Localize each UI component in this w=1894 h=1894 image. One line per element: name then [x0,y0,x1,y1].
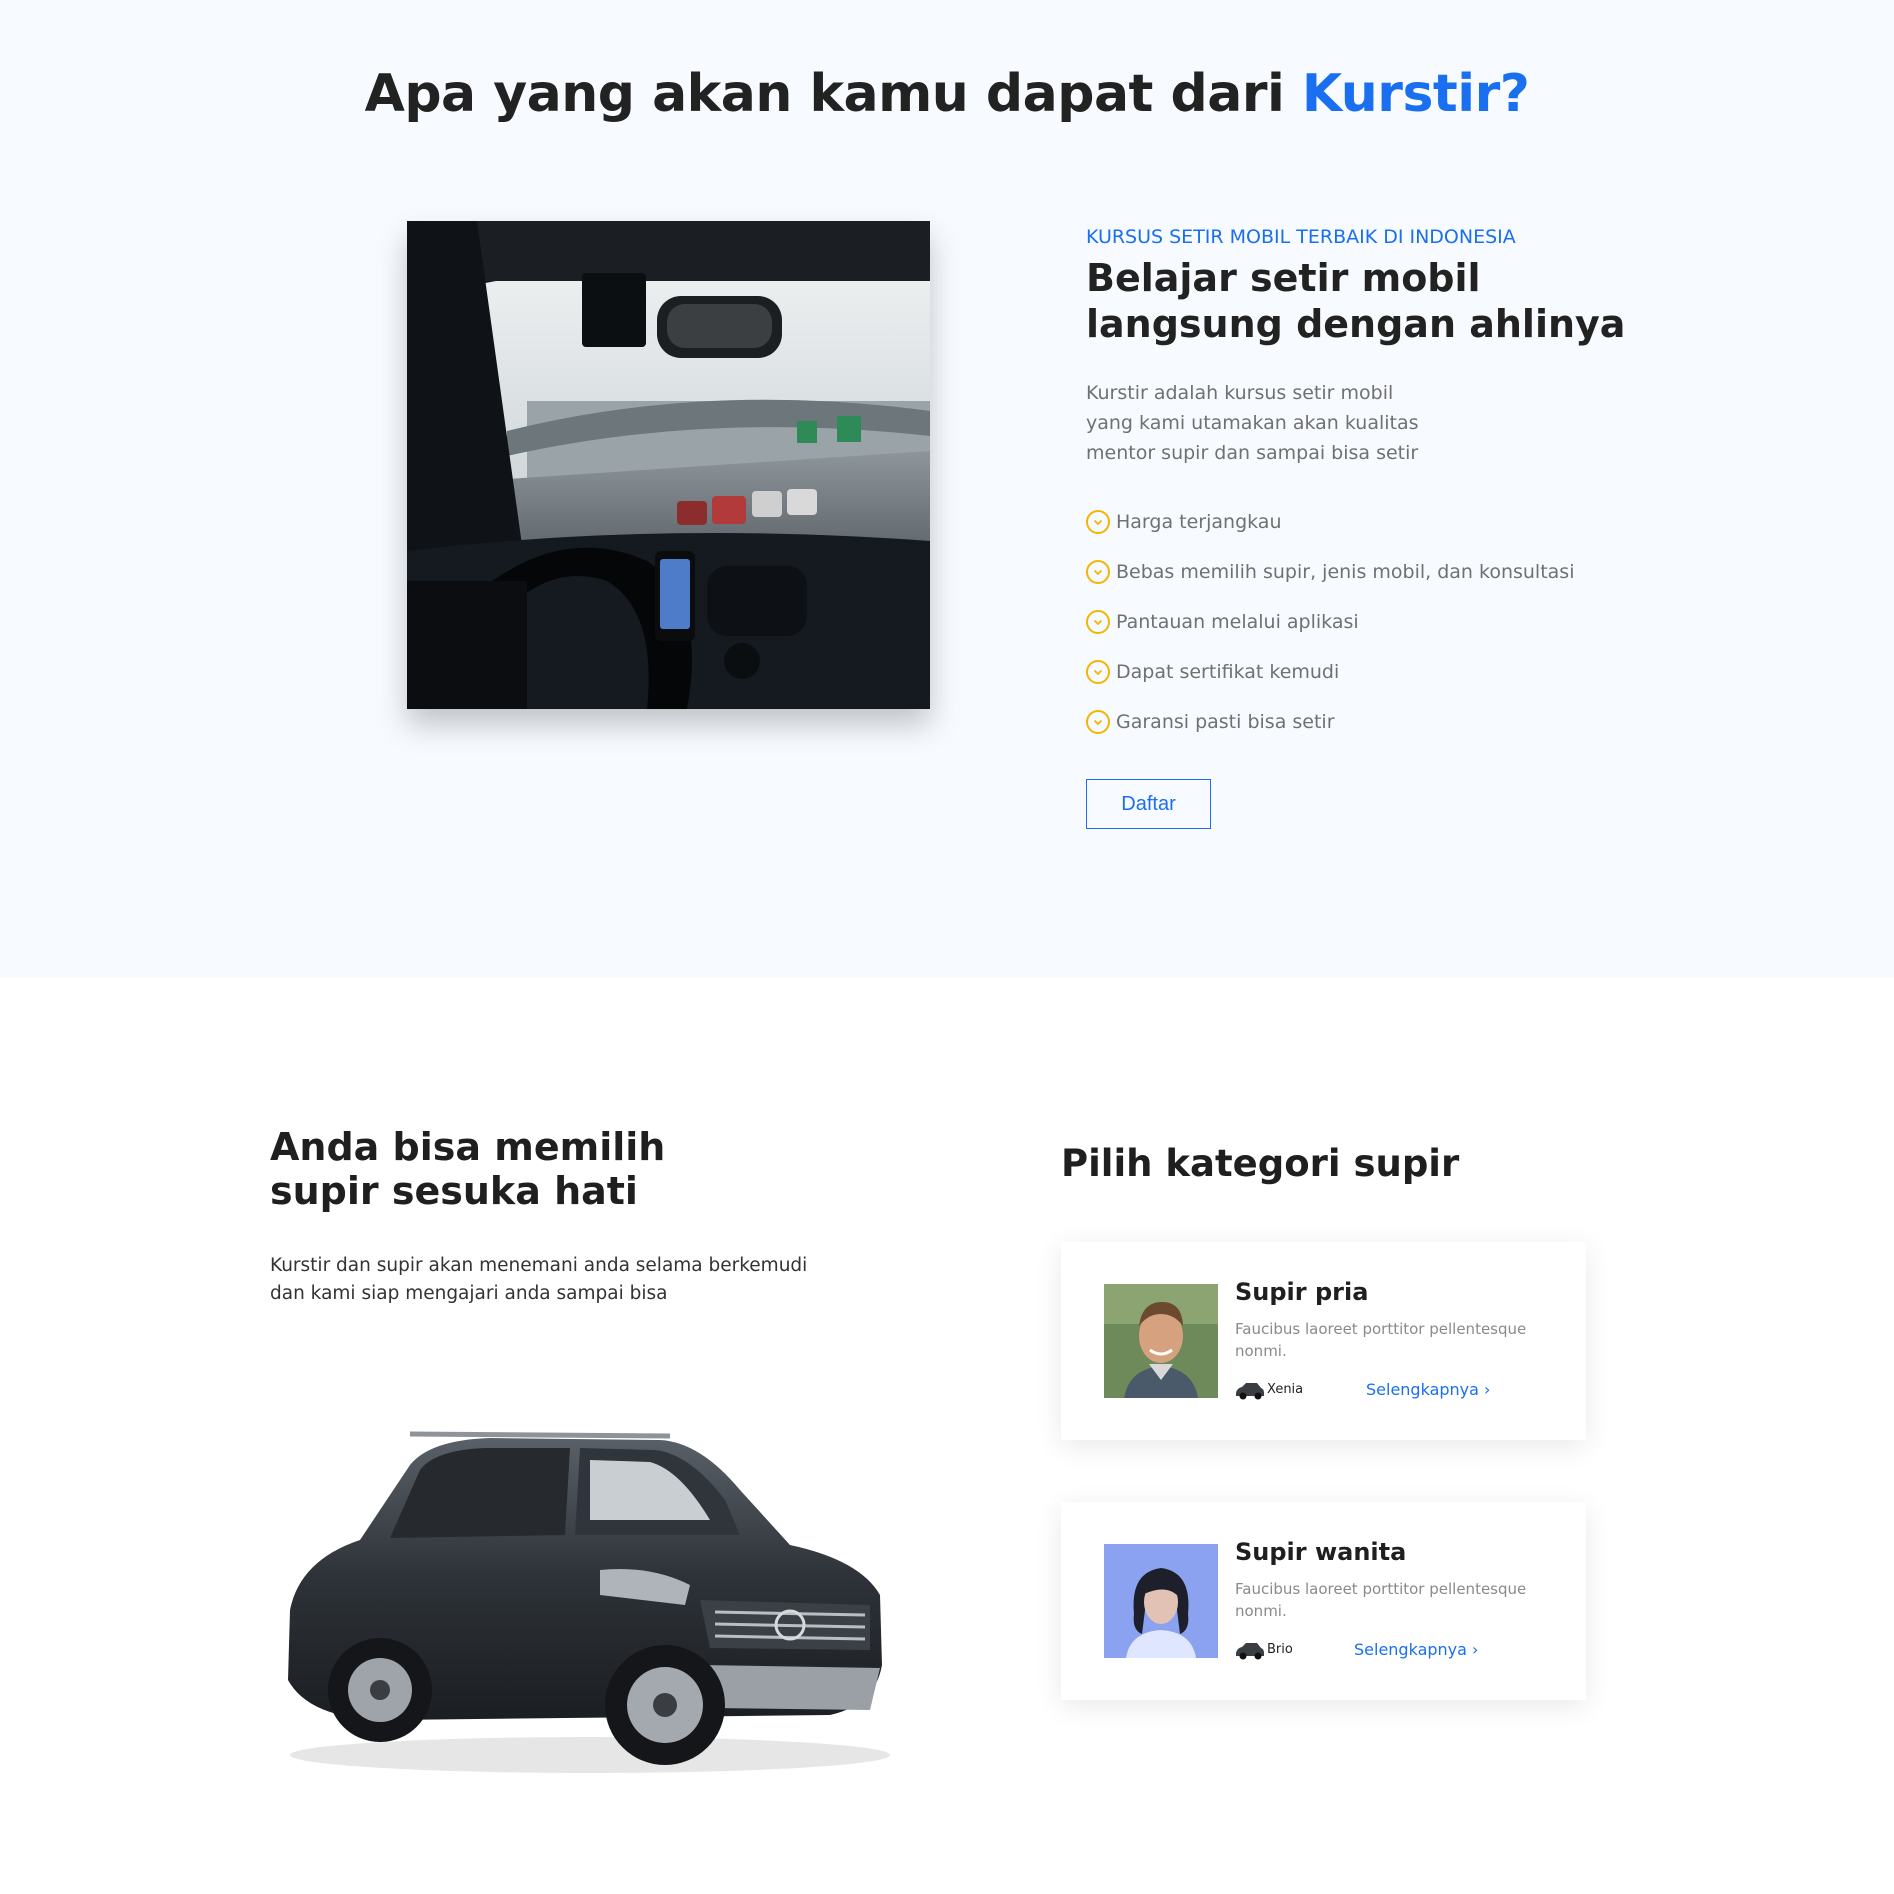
benefit-item: Bebas memilih supir, jenis mobil, dan ko… [1086,547,1575,597]
more-link[interactable]: Selengkapnya › [1366,1380,1490,1399]
hero-description-line: mentor supir dan sampai bisa setir [1086,442,1419,464]
title-prefix: Apa yang akan kamu dapat dari [364,64,1302,124]
driver-category-card[interactable]: Supir wanita Faucibus laoreet porttitor … [1061,1502,1586,1700]
card-description: Faucibus laoreet porttitor pellentesque … [1235,1580,1527,1620]
car-interior-photo [407,221,930,709]
drivers-description-line: Kurstir dan supir akan menemani anda sel… [270,1255,808,1276]
car-icon [1235,1642,1265,1660]
daftar-button[interactable]: Daftar [1086,779,1211,829]
benefit-item: Garansi pasti bisa setir [1086,697,1575,747]
card-title: Supir pria [1235,1278,1369,1306]
benefit-label: Bebas memilih supir, jenis mobil, dan ko… [1116,561,1575,583]
benefits-section: Apa yang akan kamu dapat dari Kurstir? K… [0,0,1894,978]
driver-avatar-male [1104,1284,1218,1398]
benefit-item: Harga terjangkau [1086,497,1575,547]
hero-heading-line: Belajar setir mobil [1086,256,1481,300]
benefits-list: Harga terjangkau Bebas memilih supir, je… [1086,497,1575,747]
hero-heading-line: langsung dengan ahlinya [1086,302,1626,346]
check-circle-icon [1086,610,1110,634]
driver-category-card[interactable]: Supir pria Faucibus laoreet porttitor pe… [1061,1242,1586,1440]
hero-description: Kurstir adalah kursus setir mobil yang k… [1086,378,1486,468]
drivers-description-line: dan kami siap mengajari anda sampai bisa [270,1283,668,1304]
drivers-heading-line: supir sesuka hati [270,1169,638,1213]
categories-heading: Pilih kategori supir [1061,1142,1460,1185]
benefit-item: Pantauan melalui aplikasi [1086,597,1575,647]
check-circle-icon [1086,660,1110,684]
check-circle-icon [1086,560,1110,584]
card-title: Supir wanita [1235,1538,1407,1566]
car-model-label: Xenia [1267,1382,1304,1397]
benefit-label: Garansi pasti bisa setir [1116,711,1335,733]
benefit-label: Dapat sertifikat kemudi [1116,661,1340,683]
suv-car-image [270,1420,895,1780]
car-icon [1235,1382,1265,1400]
car-model-label: Brio [1267,1642,1293,1657]
benefit-label: Pantauan melalui aplikasi [1116,611,1359,633]
check-circle-icon [1086,710,1110,734]
hero-description-line: Kurstir adalah kursus setir mobil [1086,382,1394,404]
hero-heading: Belajar setir mobil langsung dengan ahli… [1086,255,1646,347]
driver-avatar-female [1104,1544,1218,1658]
hero-kicker: KURSUS SETIR MOBIL TERBAIK DI INDONESIA [1086,226,1516,248]
benefit-item: Dapat sertifikat kemudi [1086,647,1575,697]
title-brand: Kurstir? [1301,64,1530,124]
drivers-heading-line: Anda bisa memilih [270,1125,666,1169]
drivers-heading: Anda bisa memilih supir sesuka hati [270,1125,830,1213]
card-description: Faucibus laoreet porttitor pellentesque … [1235,1320,1527,1360]
hero-description-line: yang kami utamakan akan kualitas [1086,412,1419,434]
check-circle-icon [1086,510,1110,534]
more-link[interactable]: Selengkapnya › [1354,1640,1478,1659]
benefit-label: Harga terjangkau [1116,511,1282,533]
drivers-description: Kurstir dan supir akan menemani anda sel… [270,1252,870,1308]
page-title: Apa yang akan kamu dapat dari Kurstir? [0,64,1894,124]
